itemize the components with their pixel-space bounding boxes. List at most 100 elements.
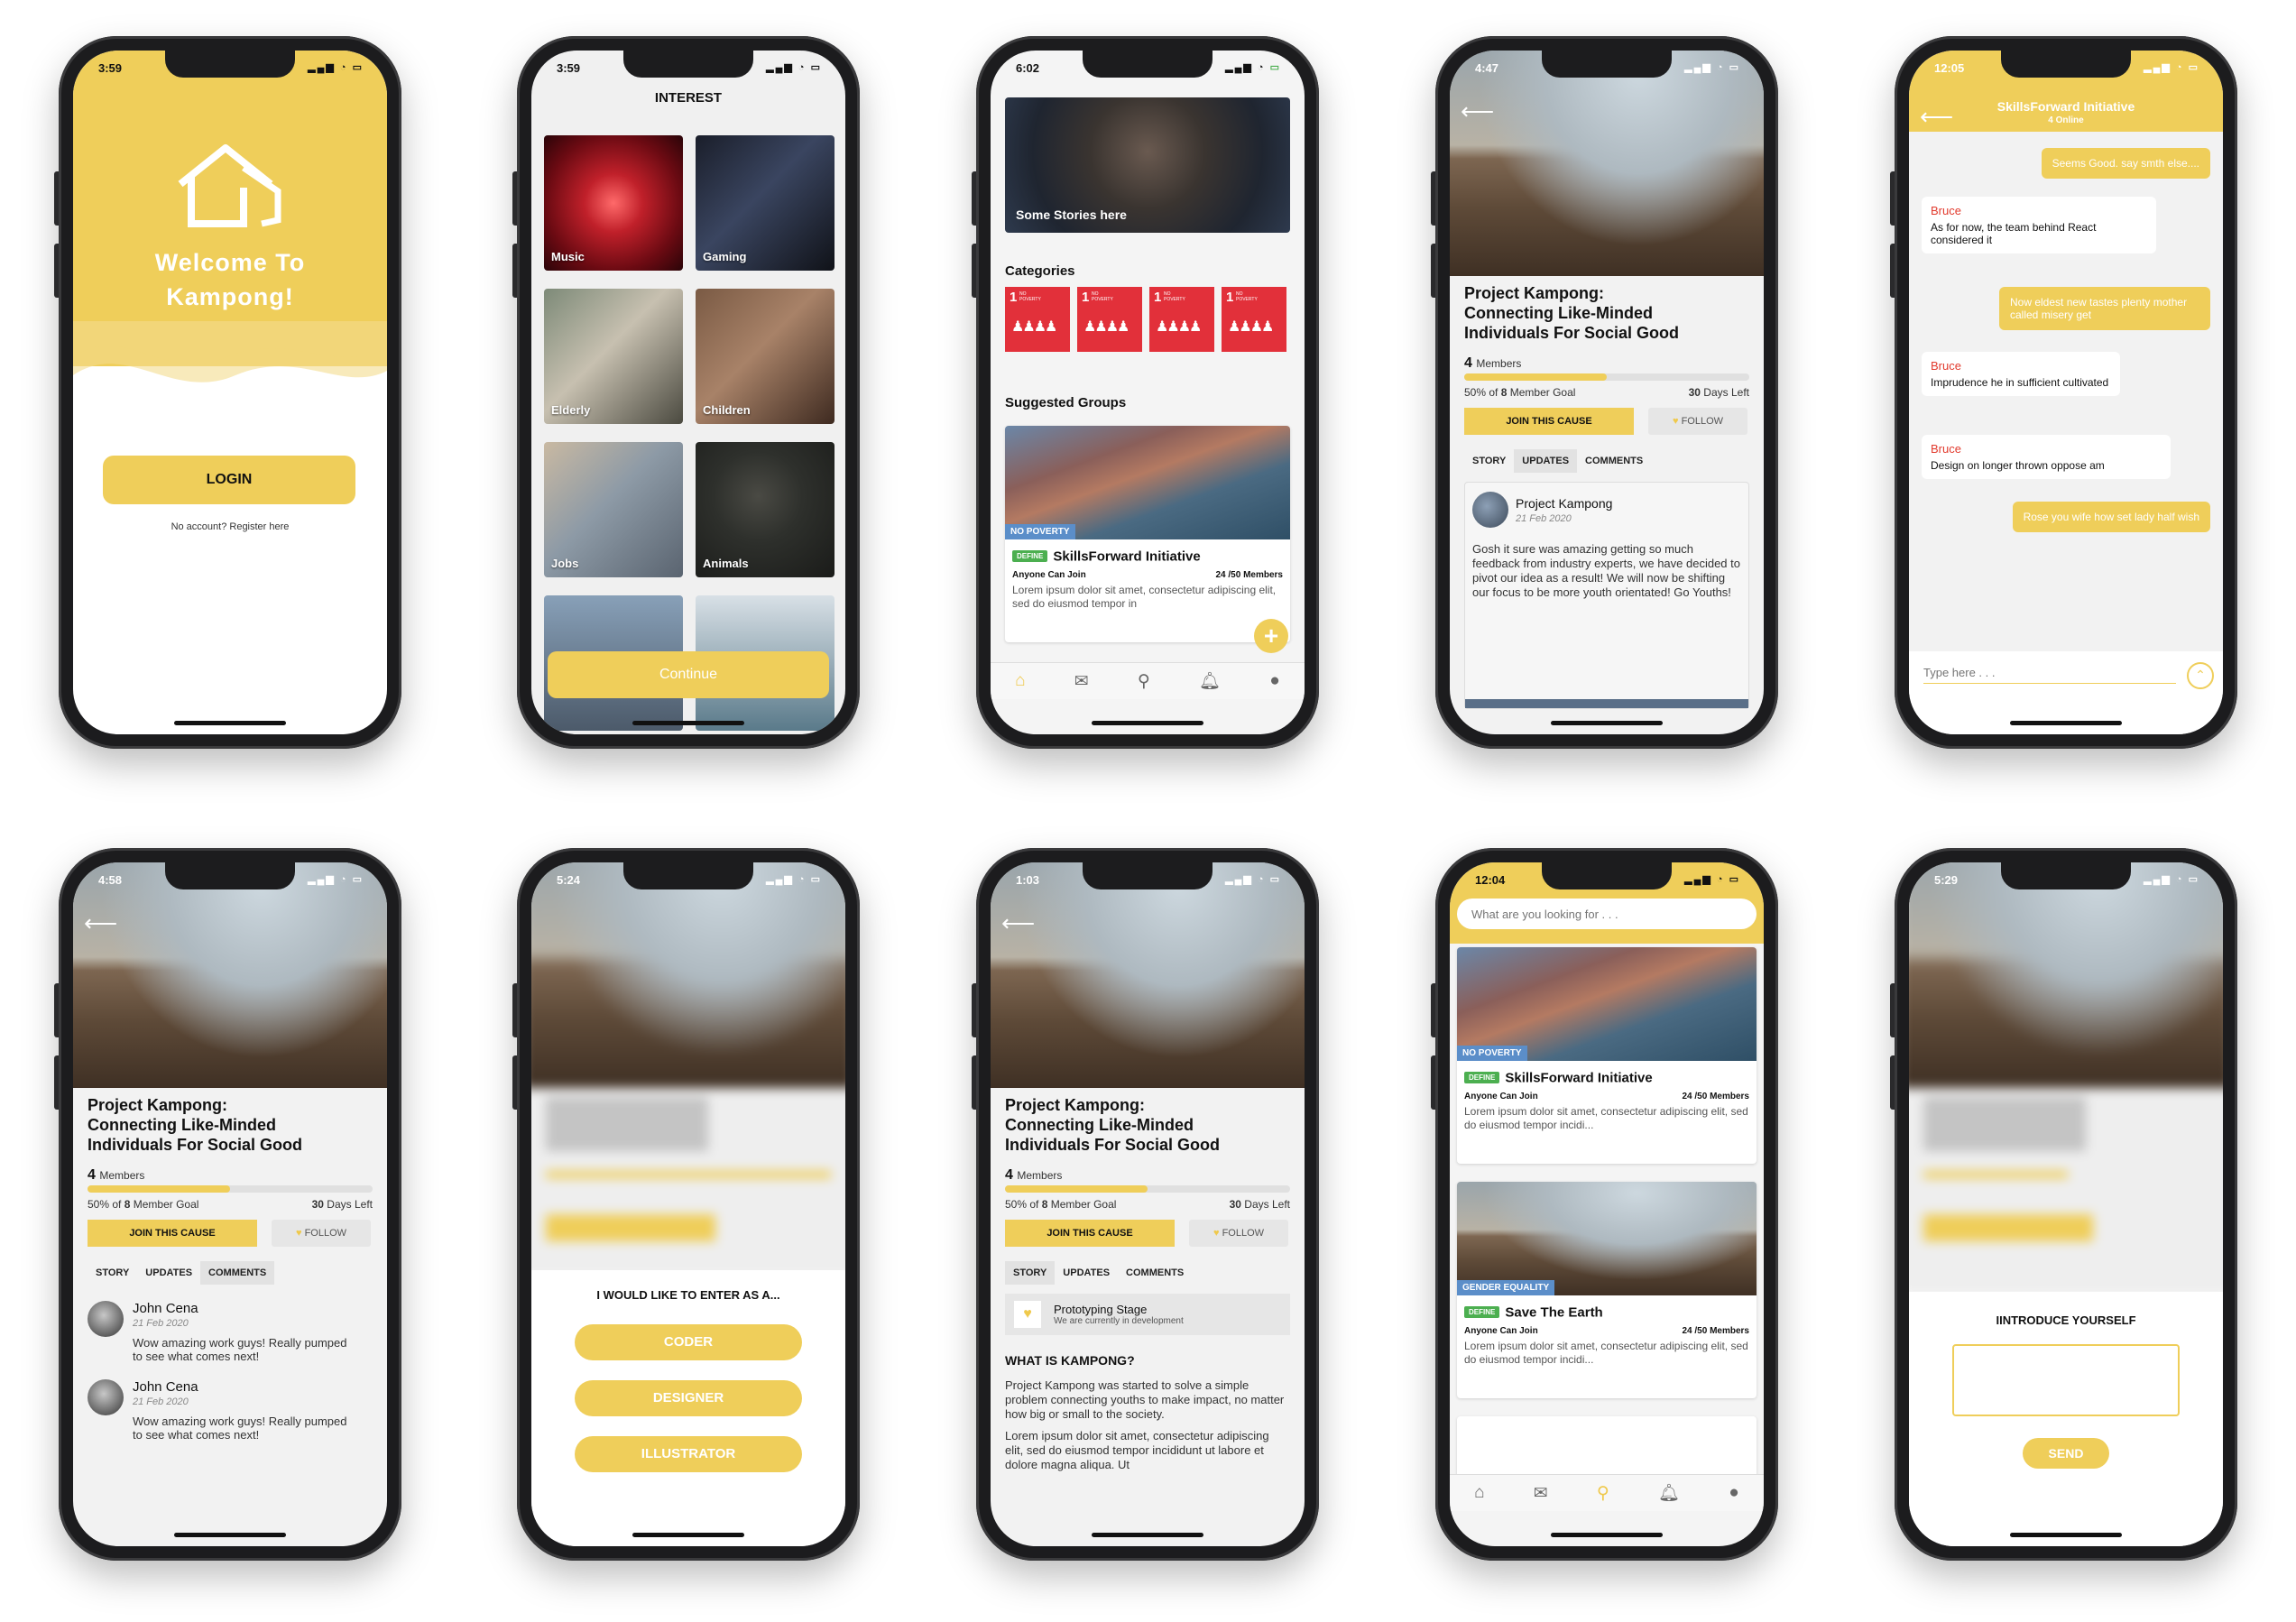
tab-comments[interactable]: COMMENTS — [1118, 1261, 1192, 1285]
mail-icon[interactable]: ✉ — [1534, 1483, 1548, 1504]
follow-button[interactable]: ♥ FOLLOW — [1648, 408, 1747, 435]
days-label: Days Left — [1244, 1198, 1290, 1211]
category-card-no-poverty[interactable]: 1 NO POVERTY ♟♟♟♟ — [1149, 287, 1214, 352]
interest-tile-animals[interactable]: Animals — [696, 442, 834, 577]
back-arrow-icon[interactable]: ⟵ — [84, 909, 117, 937]
back-arrow-icon[interactable]: ⟵ — [1920, 103, 1953, 131]
continue-button[interactable]: Continue — [548, 651, 829, 698]
define-badge: DEFINE — [1012, 550, 1048, 563]
home-icon[interactable]: ⌂ — [1474, 1483, 1484, 1503]
story-paragraph: Project Kampong was started to solve a s… — [1005, 1378, 1285, 1421]
intro-textarea[interactable] — [1952, 1344, 2180, 1416]
group-card[interactable]: NO POVERTY DEFINE SkillsForward Initiativ… — [1457, 947, 1757, 1164]
add-button[interactable]: + — [1254, 619, 1288, 653]
status-icons: ▂▄▆ ◔ ▭ — [2144, 62, 2199, 73]
notch — [165, 862, 295, 889]
status-icons: ▂▄▆ ◔ ▭ — [1684, 874, 1740, 885]
group-tag: NO POVERTY — [1457, 1046, 1527, 1061]
chat-input[interactable] — [1923, 662, 2176, 684]
interest-tile-elderly[interactable]: Elderly — [544, 289, 683, 424]
search-input[interactable] — [1457, 899, 1757, 929]
people-icon: ♟♟♟♟ — [1011, 319, 1057, 335]
message-outgoing: Seems Good. say smth else.... — [2041, 148, 2210, 179]
group-image: GENDER EQUALITY — [1457, 1182, 1757, 1295]
goal-prefix: 50% of — [1005, 1198, 1039, 1211]
user-icon[interactable]: ● — [1729, 1483, 1738, 1503]
follow-button[interactable]: ♥ FOLLOW — [272, 1220, 371, 1247]
category-badge: 1 — [1010, 290, 1018, 305]
group-card[interactable]: NO POVERTY DEFINE SkillsForward Initiativ… — [1005, 426, 1290, 642]
home-icon[interactable]: ⌂ — [1015, 671, 1025, 691]
group-image: NO POVERTY — [1005, 426, 1290, 539]
user-icon[interactable]: ● — [1269, 671, 1279, 691]
group-name: SkillsForward Initiative — [1505, 1070, 1653, 1086]
interest-tile-children[interactable]: Children — [696, 289, 834, 424]
join-cause-button[interactable]: JOIN THIS CAUSE — [88, 1220, 257, 1247]
welcome-hero: Welcome To Kampong! — [73, 51, 387, 382]
project-tabs: STORY UPDATES COMMENTS — [1464, 449, 1749, 473]
members-label: Members — [99, 1169, 145, 1182]
category-card-no-poverty[interactable]: 1 NO POVERTY ♟♟♟♟ — [1077, 287, 1142, 352]
join-cause-button[interactable]: JOIN THIS CAUSE — [1005, 1220, 1175, 1247]
story-banner[interactable]: Some Stories here — [1005, 97, 1290, 233]
goal-suffix: Member Goal — [1509, 386, 1576, 399]
project-tabs: STORY UPDATES COMMENTS — [88, 1261, 373, 1285]
bell-icon[interactable]: 🔔︎ — [1658, 1482, 1680, 1504]
status-icons: ▂▄▆ ◔ ▭ — [1684, 62, 1740, 73]
role-designer-button[interactable]: DESIGNER — [575, 1380, 802, 1416]
tile-label: Children — [703, 403, 751, 417]
tab-comments[interactable]: COMMENTS — [1577, 449, 1651, 473]
status-time: 5:24 — [557, 873, 581, 887]
group-card[interactable]: GENDER EQUALITY DEFINE Save The Earth Any… — [1457, 1182, 1757, 1398]
message-sender: Bruce — [1931, 359, 1961, 373]
project-tabs: STORY UPDATES COMMENTS — [1005, 1261, 1290, 1285]
home-indicator — [1092, 721, 1203, 725]
register-link[interactable]: No account? Register here — [73, 521, 387, 532]
status-icons: ▂▄▆ ◔ ▭ — [766, 874, 822, 885]
interest-tile-music[interactable]: Music — [544, 135, 683, 271]
search-icon[interactable]: ⚲ — [1138, 671, 1150, 692]
role-coder-button[interactable]: CODER — [575, 1324, 802, 1360]
tab-story[interactable]: STORY — [88, 1261, 137, 1285]
tab-updates[interactable]: UPDATES — [137, 1261, 200, 1285]
interest-tile-gaming[interactable]: Gaming — [696, 135, 834, 271]
category-text: NO POVERTY — [1164, 291, 1185, 302]
tile-label: Animals — [703, 557, 749, 570]
notch — [1083, 862, 1213, 889]
search-icon[interactable]: ⚲ — [1597, 1483, 1609, 1504]
home-indicator — [632, 721, 744, 725]
send-message-button[interactable]: ⌃ — [2187, 662, 2214, 689]
update-card: Project Kampong 21 Feb 2020 Gosh it sure … — [1464, 482, 1749, 709]
author-avatar — [1472, 492, 1508, 528]
mail-icon[interactable]: ✉ — [1074, 671, 1089, 692]
group-desc: Lorem ipsum dolor sit amet, consectetur … — [1012, 584, 1277, 610]
group-tag: GENDER EQUALITY — [1457, 1280, 1555, 1295]
back-arrow-icon[interactable]: ⟵ — [1001, 909, 1035, 937]
tab-story[interactable]: STORY — [1005, 1261, 1056, 1285]
tab-updates[interactable]: UPDATES — [1514, 449, 1578, 473]
goal-progress — [88, 1185, 373, 1193]
role-illustrator-button[interactable]: ILLUSTRATOR — [575, 1436, 802, 1472]
members-count: 4 — [88, 1167, 96, 1183]
back-arrow-icon[interactable]: ⟵ — [1461, 97, 1494, 125]
tab-story[interactable]: STORY — [1464, 449, 1514, 473]
tab-updates[interactable]: UPDATES — [1055, 1261, 1118, 1285]
follow-button[interactable]: ♥ FOLLOW — [1189, 1220, 1288, 1247]
status-time: 4:58 — [98, 873, 123, 887]
chevron-up-icon: ⌃ — [2195, 668, 2206, 682]
message-outgoing: Rose you wife how set lady half wish — [2012, 502, 2210, 532]
send-button[interactable]: SEND — [2023, 1438, 2109, 1469]
tab-comments[interactable]: COMMENTS — [200, 1261, 275, 1285]
group-tag: NO POVERTY — [1005, 524, 1075, 539]
login-button[interactable]: LOGIN — [103, 456, 355, 504]
message-sender: Bruce — [1931, 442, 1961, 456]
home-indicator — [174, 721, 286, 725]
update-image — [1465, 699, 1748, 708]
join-cause-button[interactable]: JOIN THIS CAUSE — [1464, 408, 1634, 435]
what-heading: WHAT IS KAMPONG? — [1005, 1353, 1135, 1368]
category-card-no-poverty[interactable]: 1 NO POVERTY ♟♟♟♟ — [1005, 287, 1070, 352]
category-card-no-poverty[interactable]: 1 NO POVERTY ♟♟♟♟ — [1222, 287, 1286, 352]
bell-icon[interactable]: 🔔︎ — [1199, 670, 1221, 692]
interest-tile-jobs[interactable]: Jobs — [544, 442, 683, 577]
plus-icon: + — [1263, 622, 1279, 650]
